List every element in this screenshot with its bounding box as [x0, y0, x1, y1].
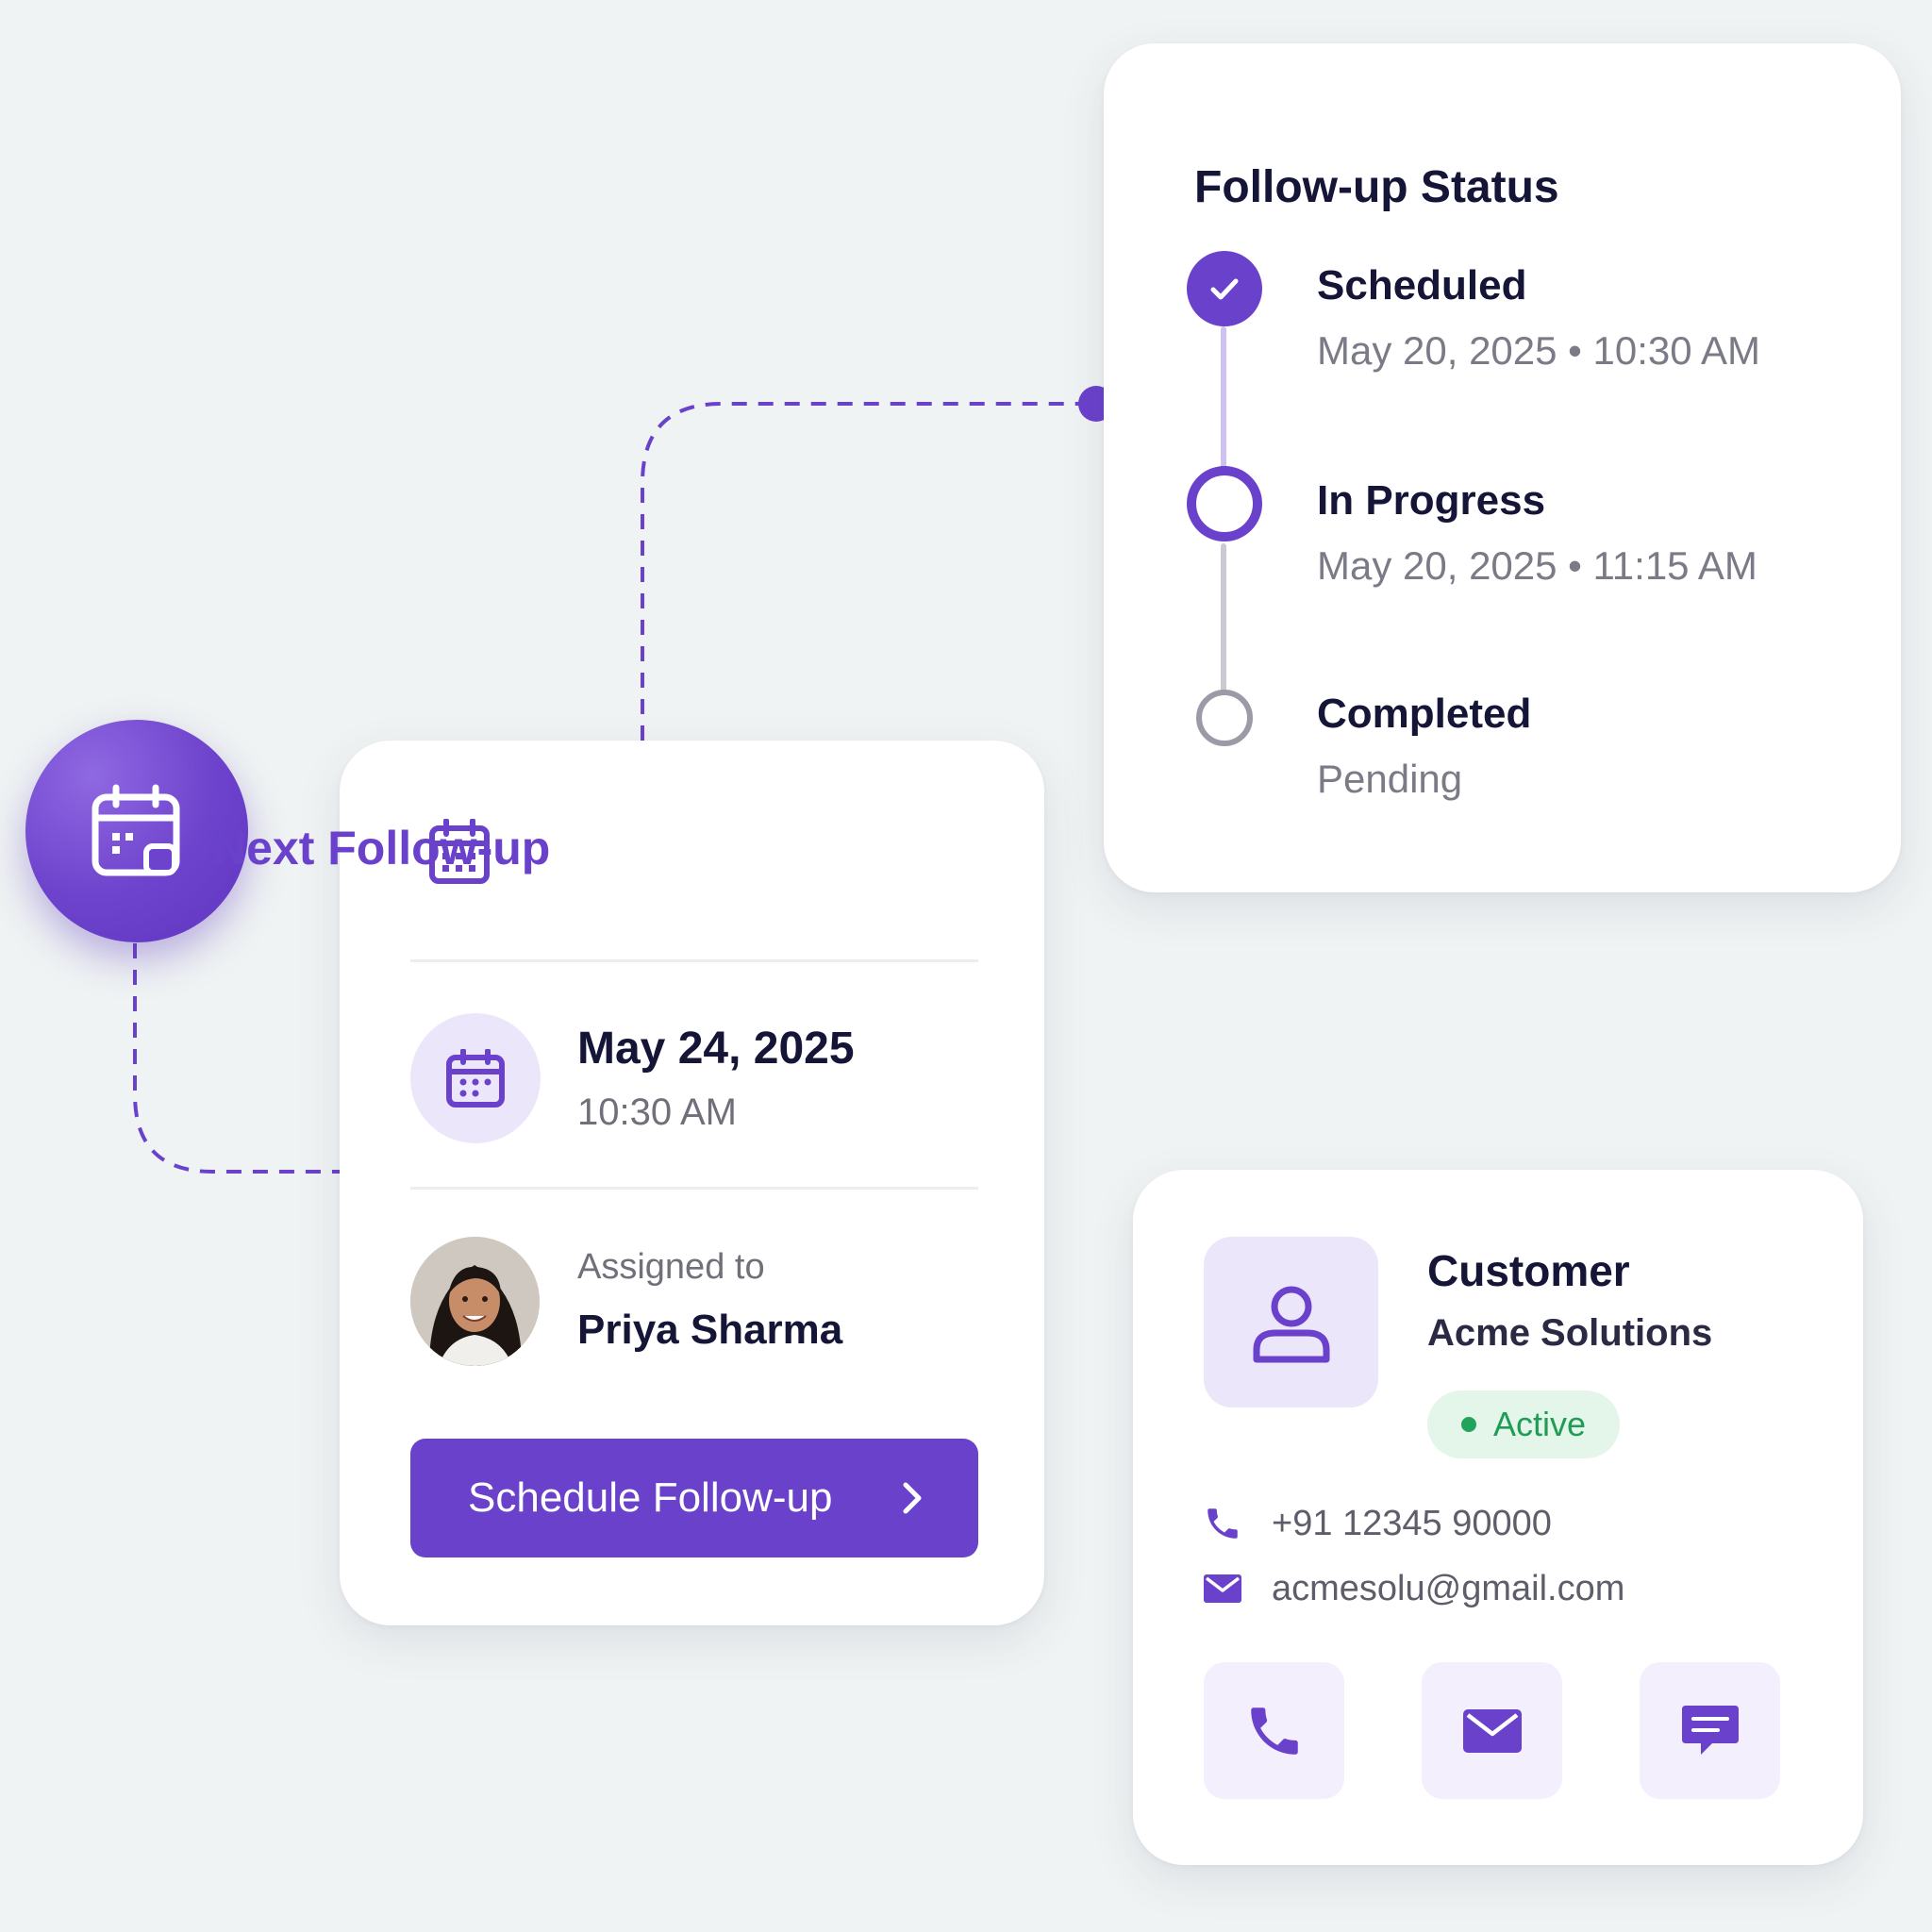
step-completed-detail: Pending	[1317, 757, 1463, 801]
call-button[interactable]	[1204, 1662, 1344, 1799]
customer-company: Acme Solutions	[1427, 1312, 1713, 1354]
assignee-avatar	[410, 1237, 540, 1366]
message-button[interactable]	[1640, 1662, 1780, 1799]
mail-icon	[1202, 1568, 1243, 1609]
calendar-icon	[92, 784, 180, 876]
customer-avatar	[1204, 1237, 1378, 1407]
calendar-icon	[446, 1049, 505, 1108]
status-badge-label: Active	[1492, 1405, 1587, 1443]
phone-icon	[1202, 1503, 1243, 1544]
timeline-connector-1	[1221, 326, 1226, 487]
assignee-name: Priya Sharma	[577, 1307, 843, 1353]
check-circle-icon	[1187, 251, 1262, 326]
chevron-right-icon	[903, 1482, 922, 1514]
email-address: acmesolu@gmail.com	[1272, 1568, 1625, 1608]
pending-circle-icon	[1196, 690, 1253, 746]
status-badge: Active	[1427, 1391, 1620, 1458]
step-scheduled-label: Scheduled	[1317, 262, 1527, 308]
email-row[interactable]: acmesolu@gmail.com	[1202, 1568, 1624, 1609]
followup-status-card: Follow-up Status Scheduled May 20, 2025 …	[1104, 43, 1901, 892]
assigned-to-label: Assigned to	[577, 1247, 765, 1287]
customer-title: Customer	[1427, 1246, 1630, 1295]
divider	[410, 959, 978, 962]
phone-number: +91 12345 90000	[1272, 1503, 1552, 1543]
email-button[interactable]	[1422, 1662, 1562, 1799]
next-followup-title: Next Follow-up	[212, 822, 551, 874]
chat-icon	[1681, 1705, 1739, 1755]
step-scheduled-detail: May 20, 2025 • 10:30 AM	[1317, 328, 1760, 373]
followup-time: 10:30 AM	[577, 1091, 738, 1133]
step-in-progress-detail: May 20, 2025 • 11:15 AM	[1317, 543, 1757, 588]
phone-row[interactable]: +91 12345 90000	[1202, 1503, 1552, 1544]
schedule-followup-button[interactable]: Schedule Follow-up	[410, 1439, 978, 1557]
date-bubble	[410, 1013, 541, 1143]
mail-icon	[1462, 1708, 1522, 1753]
divider	[410, 1187, 978, 1190]
schedule-followup-label: Schedule Follow-up	[468, 1474, 833, 1521]
followup-date: May 24, 2025	[577, 1024, 855, 1074]
progress-circle-icon	[1187, 466, 1262, 541]
status-dot	[1460, 1417, 1476, 1432]
step-in-progress-label: In Progress	[1317, 477, 1546, 524]
status-card-title: Follow-up Status	[1194, 162, 1559, 212]
step-completed-label: Completed	[1317, 691, 1532, 737]
phone-icon	[1250, 1707, 1298, 1755]
user-icon	[1253, 1286, 1329, 1362]
